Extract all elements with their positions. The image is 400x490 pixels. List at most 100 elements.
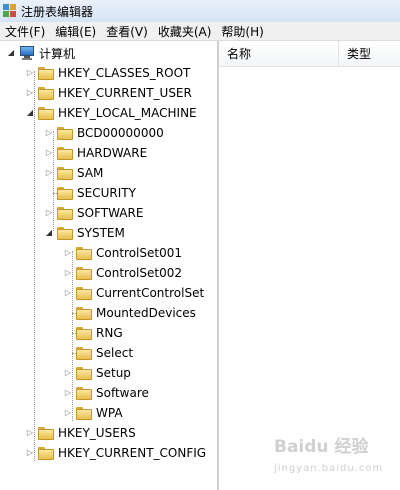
tree-node-label: Setup (96, 366, 131, 380)
tree-node-label: SECURITY (77, 186, 136, 200)
tree-node-bcd00000000[interactable]: ▷ BCD00000000 (44, 123, 164, 143)
folder-icon (76, 406, 92, 420)
tree-node-controlset001[interactable]: ▷ ControlSet001 (63, 243, 182, 263)
menu-bar: 文件(F) 编辑(E) 查看(V) 收藏夹(A) 帮助(H) (0, 22, 400, 41)
tree-node-label: CurrentControlSet (96, 286, 205, 300)
tree-node-security[interactable]: SECURITY (44, 183, 136, 203)
folder-icon (76, 266, 92, 280)
folder-icon (38, 426, 54, 440)
folder-icon (76, 346, 92, 360)
expand-arrow-icon[interactable]: ▷ (25, 443, 35, 463)
tree-node-label: 计算机 (39, 46, 76, 61)
menu-view[interactable]: 查看(V) (101, 23, 153, 40)
tree-node-label: HARDWARE (77, 146, 148, 160)
expand-arrow-icon[interactable]: ▷ (63, 403, 73, 423)
tree-node-wpa[interactable]: ▷ WPA (63, 403, 123, 423)
folder-icon (38, 86, 54, 100)
column-header-type[interactable]: 类型 (339, 41, 400, 67)
tree-node-label: HKEY_CURRENT_USER (58, 86, 192, 100)
tree-node-setup[interactable]: ▷ Setup (63, 363, 131, 383)
column-header-name[interactable]: 名称 (219, 41, 339, 67)
tree-node-label: HKEY_CLASSES_ROOT (58, 66, 191, 80)
expand-arrow-icon[interactable]: ▷ (25, 83, 35, 103)
folder-icon (57, 186, 73, 200)
tree-node-computer[interactable]: ◢ 计算机 (6, 43, 75, 63)
expand-arrow-icon[interactable]: ▷ (44, 163, 54, 183)
values-list[interactable]: 名称 类型 (219, 41, 400, 490)
menu-edit[interactable]: 编辑(E) (50, 23, 101, 40)
expand-arrow-icon[interactable]: ▷ (25, 423, 35, 443)
menu-favorites[interactable]: 收藏夹(A) (153, 23, 217, 40)
tree-node-hkey-users[interactable]: ▷ HKEY_USERS (25, 423, 136, 443)
folder-icon (38, 66, 54, 80)
folder-icon (76, 366, 92, 380)
expand-arrow-icon[interactable]: ▷ (44, 123, 54, 143)
folder-icon (76, 386, 92, 400)
folder-icon (57, 166, 73, 180)
folder-icon (57, 226, 73, 240)
expand-arrow-icon[interactable]: ▷ (63, 283, 73, 303)
tree-node-label: SAM (77, 166, 104, 180)
tree-node-hardware[interactable]: ▷ HARDWARE (44, 143, 147, 163)
watermark: Baidu 经验 jingyan.baidu.com (274, 436, 396, 486)
tree-node-label: BCD00000000 (77, 126, 164, 140)
tree-node-software[interactable]: ▷ SOFTWARE (44, 203, 144, 223)
tree-node-label: SYSTEM (77, 226, 125, 240)
tree-node-mounteddevices[interactable]: MountedDevices (63, 303, 196, 323)
tree-node-select[interactable]: Select (63, 343, 133, 363)
tree-node-hkey-classes-root[interactable]: ▷ HKEY_CLASSES_ROOT (25, 63, 190, 83)
tree-node-currentcontrolset[interactable]: ▷ CurrentControlSet (63, 283, 204, 303)
computer-icon (19, 46, 35, 60)
tree-node-controlset002[interactable]: ▷ ControlSet002 (63, 263, 182, 283)
tree-node-label: ControlSet002 (96, 266, 182, 280)
tree-node-label: HKEY_CURRENT_CONFIG (58, 446, 207, 460)
folder-icon (57, 146, 73, 160)
key-tree[interactable]: ◢ 计算机 ▷ HKEY_CLASSES_ROOT ▷ HKEY_CURRENT… (0, 41, 219, 490)
list-header: 名称 类型 (219, 41, 400, 67)
tree-node-rng[interactable]: RNG (63, 323, 123, 343)
tree-node-label: MountedDevices (96, 306, 196, 320)
menu-file[interactable]: 文件(F) (0, 23, 50, 40)
expand-arrow-icon[interactable]: ▷ (63, 383, 73, 403)
collapse-arrow-icon[interactable]: ◢ (44, 223, 54, 243)
expand-arrow-icon[interactable]: ▷ (44, 203, 54, 223)
expand-arrow-icon[interactable]: ▷ (25, 63, 35, 83)
tree-node-label: HKEY_USERS (58, 426, 136, 440)
title-bar[interactable]: 注册表编辑器 (0, 0, 400, 22)
watermark-brand: Baidu 经验 (274, 437, 369, 457)
folder-icon (38, 446, 54, 460)
expand-arrow-icon[interactable]: ▷ (63, 243, 73, 263)
folder-icon (38, 106, 54, 120)
folder-icon (57, 126, 73, 140)
tree-node-system[interactable]: ◢ SYSTEM (44, 223, 125, 243)
tree-node-hkey-current-config[interactable]: ▷ HKEY_CURRENT_CONFIG (25, 443, 206, 463)
folder-icon (76, 306, 92, 320)
expand-arrow-icon[interactable]: ▷ (63, 263, 73, 283)
registry-editor-icon (3, 4, 17, 18)
window-title: 注册表编辑器 (21, 4, 94, 19)
expand-arrow-icon[interactable]: ▷ (63, 363, 73, 383)
folder-icon (76, 286, 92, 300)
folder-icon (57, 206, 73, 220)
collapse-arrow-icon[interactable]: ◢ (25, 103, 35, 123)
tree-guide-line (34, 71, 35, 461)
watermark-site: jingyan.baidu.com (274, 463, 384, 474)
tree-node-label: SOFTWARE (77, 206, 144, 220)
collapse-arrow-icon[interactable]: ◢ (6, 43, 16, 63)
tree-node-label: ControlSet001 (96, 246, 182, 260)
expand-arrow-icon[interactable]: ▷ (44, 143, 54, 163)
tree-node-hkey-current-user[interactable]: ▷ HKEY_CURRENT_USER (25, 83, 192, 103)
tree-node-hkey-local-machine[interactable]: ◢ HKEY_LOCAL_MACHINE (25, 103, 197, 123)
tree-node-sam[interactable]: ▷ SAM (44, 163, 103, 183)
tree-node-label: HKEY_LOCAL_MACHINE (58, 106, 197, 120)
tree-node-label: WPA (96, 406, 123, 420)
tree-node-label: Software (96, 386, 149, 400)
folder-icon (76, 326, 92, 340)
folder-icon (76, 246, 92, 260)
tree-node-software-sub[interactable]: ▷ Software (63, 383, 149, 403)
menu-help[interactable]: 帮助(H) (216, 23, 268, 40)
